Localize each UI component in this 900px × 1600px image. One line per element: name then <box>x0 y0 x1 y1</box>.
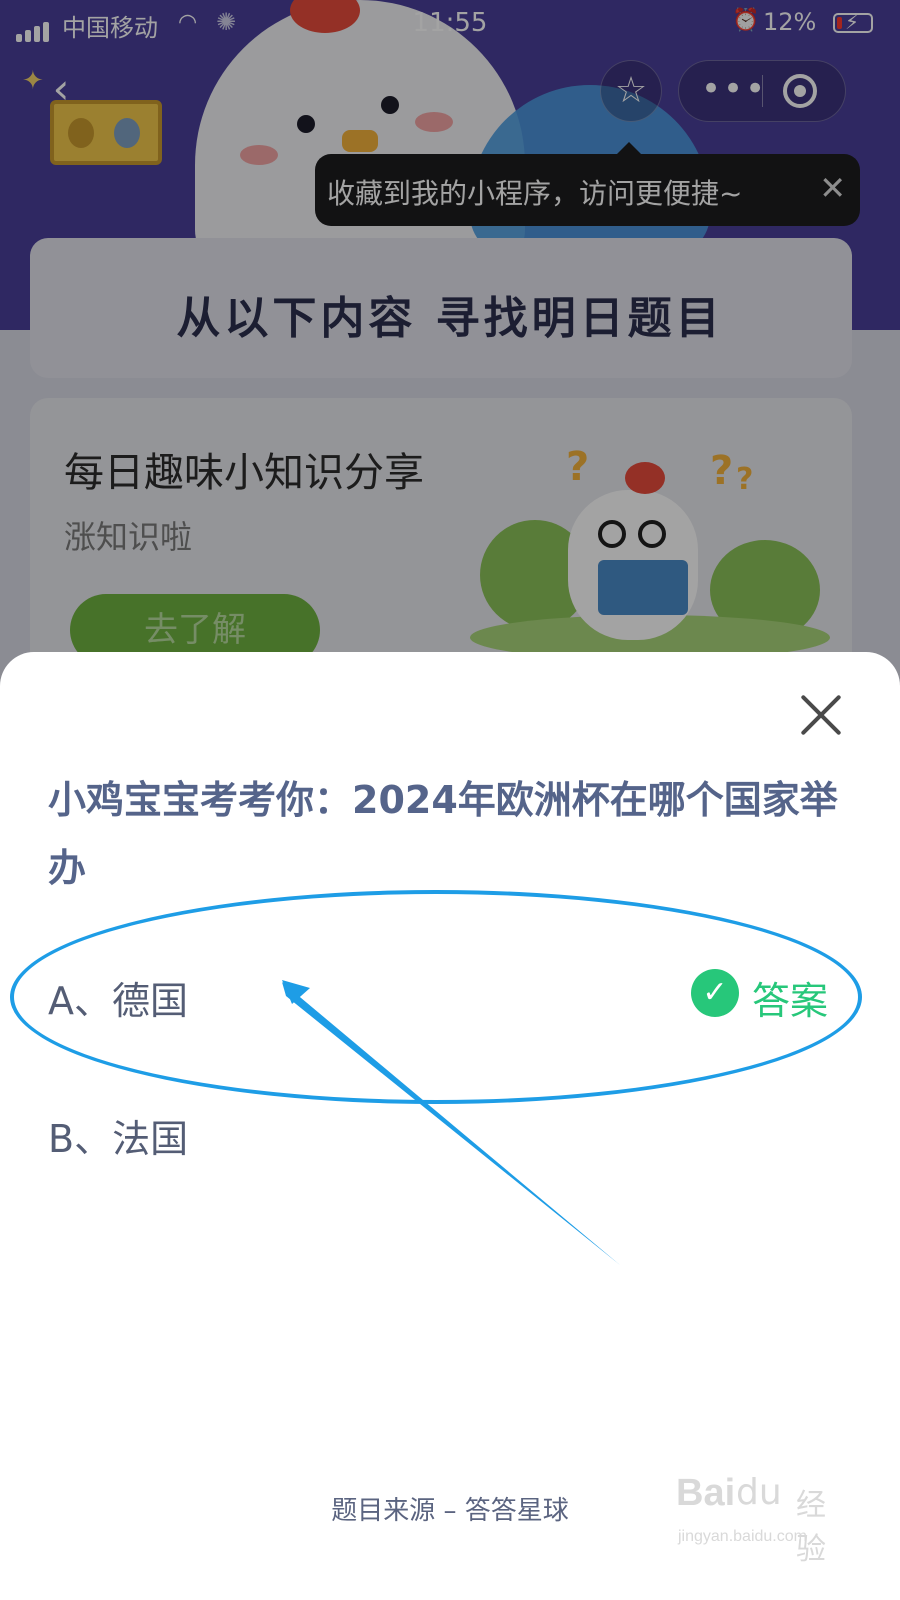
annotation-arrow <box>282 980 620 1265</box>
watermark-logo: Bai <box>676 1472 736 1514</box>
watermark-url: jingyan.baidu.com <box>678 1528 807 1545</box>
watermark-text: 经验 <box>796 1488 826 1567</box>
paw-icon: du <box>736 1472 782 1513</box>
baidu-watermark: Bai du 经验 jingyan.baidu.com <box>676 1472 846 1567</box>
